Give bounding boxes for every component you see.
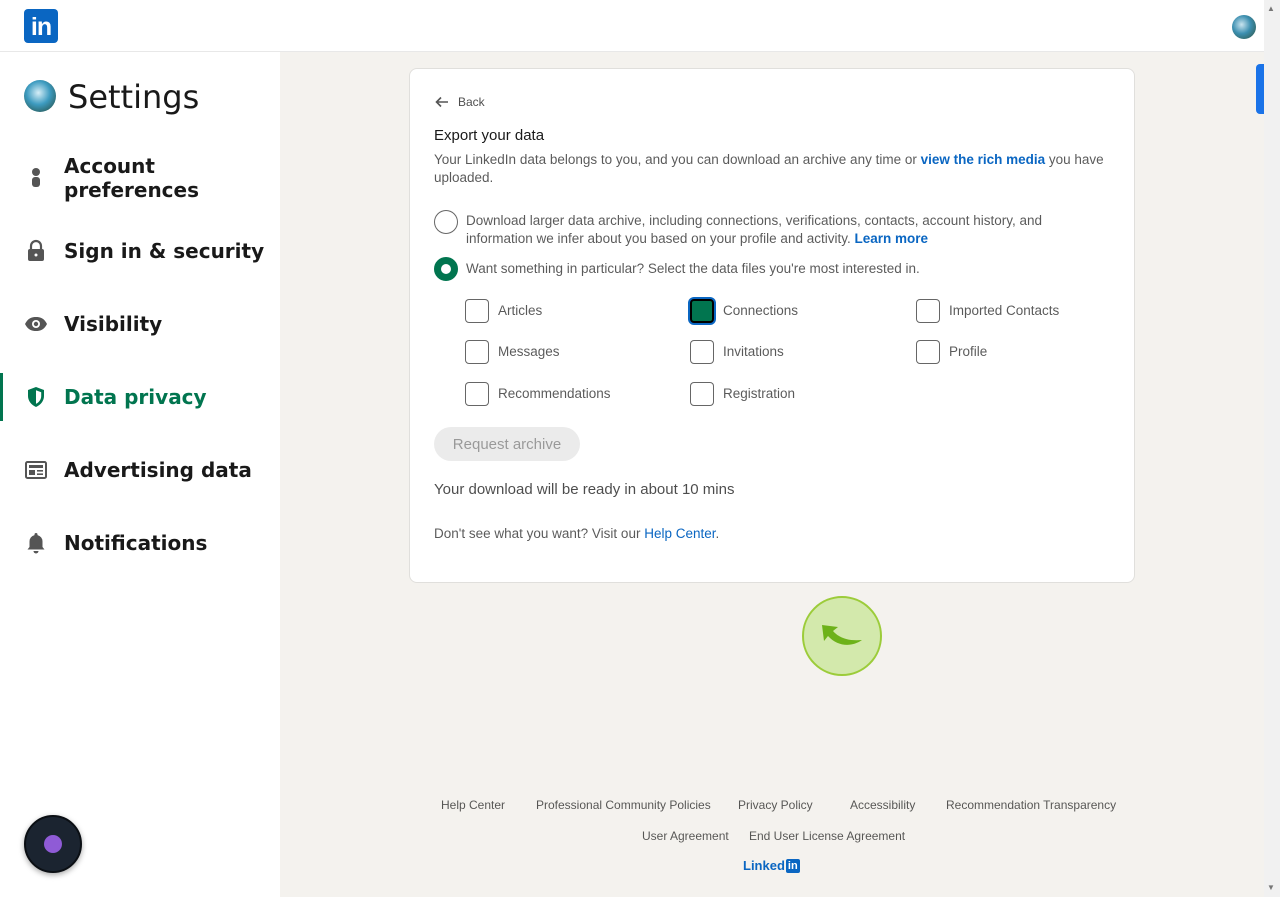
particular-files-radio[interactable] [434, 257, 458, 281]
profile-avatar[interactable] [1232, 15, 1256, 39]
help-center-link[interactable]: Help Center [644, 526, 715, 541]
articles-checkbox[interactable] [465, 299, 489, 323]
registration-checkbox[interactable] [690, 382, 714, 406]
sidebar-item-advertising-data[interactable]: Advertising data [0, 446, 280, 494]
section-title: Export your data [434, 127, 545, 144]
back-button[interactable]: Back [434, 94, 485, 110]
footer-community-policies-link[interactable]: Professional Community Policies [536, 798, 711, 812]
footer-brand-box: in [785, 858, 800, 873]
recommendations-label: Recommendations [498, 386, 611, 401]
back-label: Back [458, 95, 485, 109]
shield-icon [24, 385, 48, 409]
footer-help-center-link[interactable]: Help Center [441, 798, 505, 812]
footer-brand-text: Linked [743, 858, 785, 873]
larger-archive-text: Download larger data archive, including … [466, 213, 1043, 246]
messages-checkbox[interactable] [465, 340, 489, 364]
invitations-checkbox[interactable] [690, 340, 714, 364]
learn-more-link[interactable]: Learn more [854, 231, 928, 246]
footer-accessibility-link[interactable]: Accessibility [850, 798, 915, 812]
sidebar-item-label: Account preferences [64, 154, 199, 202]
sidebar-item-label: Data privacy [64, 385, 207, 409]
cursor-highlight [802, 596, 882, 676]
eye-icon [24, 312, 48, 336]
assistant-bubble-button[interactable] [24, 815, 82, 873]
sidebar-item-label: Notifications [64, 531, 208, 555]
profile-label: Profile [949, 344, 988, 359]
sidebar-item-label: Advertising data [64, 458, 252, 482]
recommendations-checkbox[interactable] [465, 382, 489, 406]
view-rich-media-link[interactable]: view the rich media [921, 152, 1046, 167]
sidebar-item-visibility[interactable]: Visibility [0, 300, 280, 348]
scroll-up-arrow-icon[interactable]: ▲ [1267, 4, 1275, 13]
connections-checkbox[interactable] [690, 299, 714, 323]
help-line-text: Don't see what you want? Visit our [434, 526, 645, 541]
connections-label: Connections [723, 303, 799, 318]
help-line-end: . [715, 526, 720, 541]
registration-label: Registration [723, 386, 796, 401]
request-archive-button[interactable]: Request archive [434, 427, 580, 461]
larger-archive-label: Download larger data archive, including … [466, 212, 1106, 248]
scrollbar-thumb[interactable] [1256, 64, 1264, 114]
description-text: Your LinkedIn data belongs to you, and y… [434, 152, 921, 167]
footer-privacy-policy-link[interactable]: Privacy Policy [738, 798, 813, 812]
bell-icon [24, 531, 48, 555]
download-ready-text: Your download will be ready in about 10 … [434, 481, 735, 498]
sidebar-item-data-privacy[interactable]: Data privacy [0, 373, 280, 421]
sidebar-avatar [24, 80, 56, 112]
footer-eula-link[interactable]: End User License Agreement [749, 829, 905, 843]
export-data-card: Back Export your data Your LinkedIn data… [409, 68, 1135, 583]
page-title: Settings [68, 78, 200, 116]
settings-sidebar: Settings Account preferences Sign in & s… [0, 52, 280, 897]
top-navbar: in [0, 0, 1264, 52]
footer-recommendation-transparency-link[interactable]: Recommendation Transparency [946, 798, 1116, 812]
help-line: Don't see what you want? Visit our Help … [434, 526, 719, 541]
invitations-label: Invitations [723, 344, 784, 359]
newspaper-icon [24, 458, 48, 482]
articles-label: Articles [498, 303, 543, 318]
sidebar-item-account-preferences[interactable]: Account preferences [0, 154, 280, 202]
sidebar-item-notifications[interactable]: Notifications [0, 519, 280, 567]
larger-archive-radio[interactable] [434, 210, 458, 234]
sidebar-item-label: Visibility [64, 312, 163, 336]
messages-label: Messages [498, 344, 560, 359]
section-description: Your LinkedIn data belongs to you, and y… [434, 151, 1114, 187]
footer-user-agreement-link[interactable]: User Agreement [642, 829, 729, 843]
lock-icon [24, 239, 48, 263]
particular-files-label: Want something in particular? Select the… [466, 261, 920, 276]
sidebar-item-label: Sign in & security [64, 239, 265, 263]
cursor-arrow-icon [822, 625, 862, 645]
imported-contacts-checkbox[interactable] [916, 299, 940, 323]
imported-contacts-label: Imported Contacts [949, 303, 1060, 318]
arrow-left-icon [435, 96, 448, 108]
footer-linkedin-logo: Linked in [743, 858, 800, 873]
page-scrollbar[interactable] [1264, 0, 1280, 897]
linkedin-logo-icon[interactable]: in [24, 9, 58, 43]
profile-checkbox[interactable] [916, 340, 940, 364]
person-icon [24, 166, 48, 190]
scroll-down-arrow-icon[interactable]: ▼ [1267, 883, 1275, 892]
sidebar-item-sign-in-security[interactable]: Sign in & security [0, 227, 280, 275]
